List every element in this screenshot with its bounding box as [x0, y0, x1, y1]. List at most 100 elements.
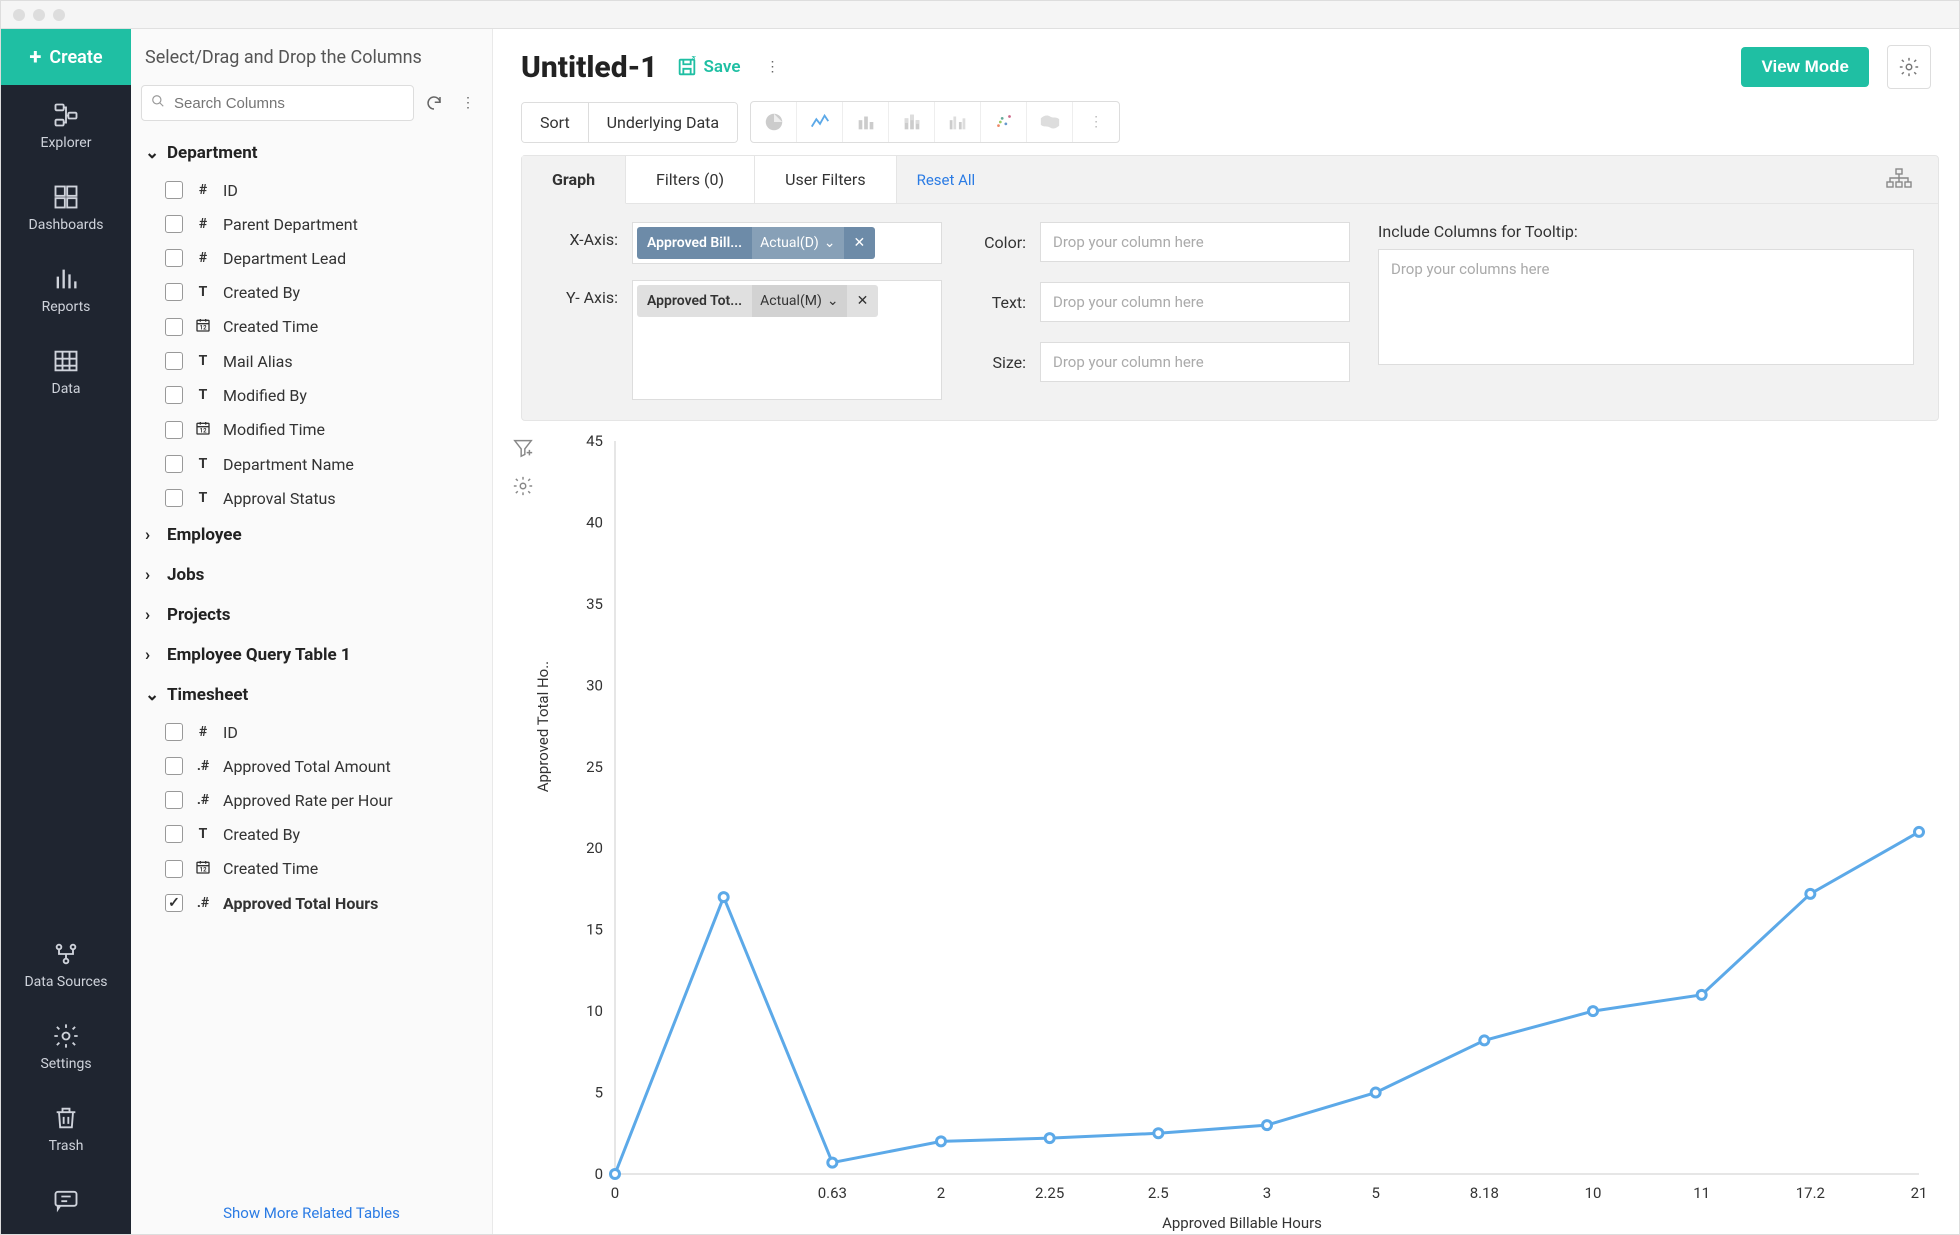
column-item[interactable]: .#Approved Total Amount — [145, 749, 478, 783]
checkbox[interactable] — [165, 825, 183, 843]
column-item[interactable]: #ID — [145, 173, 478, 207]
checkbox[interactable] — [165, 860, 183, 878]
group-head-projects[interactable]: ›Projects — [145, 595, 478, 635]
rail-item-data-sources[interactable]: Data Sources — [1, 924, 131, 1006]
tab-user-filters[interactable]: User Filters — [755, 156, 897, 203]
y-axis-pill[interactable]: Approved Tot... Actual(M)⌄ ✕ — [637, 285, 878, 317]
x-axis-dropzone[interactable]: Approved Bill... Actual(D)⌄ ✕ — [632, 222, 942, 264]
column-item[interactable]: TDepartment Name — [145, 447, 478, 481]
rail-item-trash[interactable]: Trash — [1, 1088, 131, 1170]
checkbox[interactable] — [165, 757, 183, 775]
checkbox[interactable] — [165, 386, 183, 404]
text-dropzone[interactable]: Drop your column here — [1040, 282, 1350, 322]
column-item[interactable]: TModified By — [145, 378, 478, 412]
chart-settings-button[interactable] — [512, 475, 534, 501]
rail-item-explorer[interactable]: Explorer — [1, 85, 131, 167]
columns-list[interactable]: ⌄Department#ID#Parent Department#Departm… — [131, 131, 492, 1192]
more-button[interactable]: ⋮ — [454, 89, 482, 117]
x-axis-pill[interactable]: Approved Bill... Actual(D)⌄ ✕ — [637, 227, 875, 259]
rail-item-reports[interactable]: Reports — [1, 249, 131, 331]
checkbox[interactable] — [165, 215, 183, 233]
checkbox[interactable] — [165, 283, 183, 301]
line-chart-icon[interactable] — [797, 102, 843, 142]
size-dropzone[interactable]: Drop your column here — [1040, 342, 1350, 382]
column-item[interactable]: TCreated By — [145, 275, 478, 309]
column-item[interactable]: #Parent Department — [145, 207, 478, 241]
column-item[interactable]: 12Created Time — [145, 309, 478, 344]
column-item[interactable]: 12Created Time — [145, 851, 478, 886]
rail-item-data[interactable]: Data — [1, 331, 131, 413]
hierarchy-icon[interactable] — [1880, 162, 1918, 198]
map-chart-icon[interactable] — [1027, 102, 1073, 142]
checkbox[interactable] — [165, 318, 183, 336]
chevron-down-icon: ⌄ — [824, 235, 836, 251]
settings-button[interactable] — [1887, 45, 1931, 89]
sort-button[interactable]: Sort — [522, 103, 589, 142]
checkbox[interactable] — [165, 455, 183, 473]
tooltip-dropzone[interactable]: Drop your columns here — [1378, 249, 1914, 365]
column-type-icon: .# — [193, 758, 213, 774]
grouped-bar-icon[interactable] — [935, 102, 981, 142]
color-dropzone[interactable]: Drop your column here — [1040, 222, 1350, 262]
save-button[interactable]: * Save — [676, 56, 741, 78]
y-axis-dropzone[interactable]: Approved Tot... Actual(M)⌄ ✕ — [632, 280, 942, 400]
checkbox[interactable] — [165, 489, 183, 507]
group-head-department[interactable]: ⌄Department — [145, 133, 478, 173]
checkbox[interactable] — [165, 791, 183, 809]
header-more-button[interactable]: ⋮ — [758, 53, 786, 81]
column-item[interactable]: TCreated By — [145, 817, 478, 851]
left-nav-rail: + Create Explorer Dashboards Reports Dat… — [1, 29, 131, 1234]
y-axis-pill-remove[interactable]: ✕ — [847, 293, 879, 309]
column-item[interactable]: .#Approved Total Hours — [145, 886, 478, 920]
checkbox[interactable] — [165, 249, 183, 267]
column-label: Modified Time — [223, 420, 325, 439]
chart-more-button[interactable]: ⋮ — [1073, 102, 1119, 142]
traffic-light-min[interactable] — [33, 9, 45, 21]
stacked-bar-icon[interactable] — [889, 102, 935, 142]
reset-all-link[interactable]: Reset All — [897, 171, 976, 189]
checkbox[interactable] — [165, 181, 183, 199]
checkbox[interactable] — [165, 352, 183, 370]
traffic-light-max[interactable] — [53, 9, 65, 21]
data-buttons: Sort Underlying Data — [521, 102, 738, 143]
svg-text:40: 40 — [586, 513, 603, 531]
tab-filters[interactable]: Filters (0) — [626, 156, 755, 203]
rail-item-settings[interactable]: Settings — [1, 1006, 131, 1088]
traffic-light-close[interactable] — [13, 9, 25, 21]
column-label: Department Name — [223, 455, 354, 474]
rail-item-help[interactable] — [1, 1170, 131, 1234]
rail-item-dashboards[interactable]: Dashboards — [1, 167, 131, 249]
column-type-icon: T — [193, 353, 213, 369]
svg-text:10: 10 — [586, 1002, 603, 1020]
underlying-data-button[interactable]: Underlying Data — [589, 103, 737, 142]
y-axis-agg-dropdown[interactable]: Actual(M)⌄ — [752, 285, 846, 317]
checkbox[interactable] — [165, 421, 183, 439]
filter-add-button[interactable] — [512, 437, 534, 463]
column-item[interactable]: #ID — [145, 715, 478, 749]
search-input[interactable] — [141, 85, 414, 121]
column-item[interactable]: 12Modified Time — [145, 412, 478, 447]
checkbox[interactable] — [165, 723, 183, 741]
scatter-chart-icon[interactable] — [981, 102, 1027, 142]
column-item[interactable]: TApproval Status — [145, 481, 478, 515]
save-icon: * — [676, 56, 698, 78]
group-head-timesheet[interactable]: ⌄Timesheet — [145, 675, 478, 715]
x-axis-agg-dropdown[interactable]: Actual(D)⌄ — [752, 227, 843, 259]
checkbox[interactable] — [165, 894, 183, 912]
group-head-employee-query-table-1[interactable]: ›Employee Query Table 1 — [145, 635, 478, 675]
column-item[interactable]: #Department Lead — [145, 241, 478, 275]
create-button[interactable]: + Create — [1, 29, 131, 85]
show-more-link[interactable]: Show More Related Tables — [223, 1204, 400, 1222]
column-item[interactable]: .#Approved Rate per Hour — [145, 783, 478, 817]
view-mode-button[interactable]: View Mode — [1741, 47, 1869, 87]
svg-text:0: 0 — [611, 1184, 619, 1202]
x-axis-pill-remove[interactable]: ✕ — [844, 235, 876, 251]
bar-chart-icon[interactable] — [843, 102, 889, 142]
group-head-jobs[interactable]: ›Jobs — [145, 555, 478, 595]
pie-chart-icon[interactable] — [751, 102, 797, 142]
tab-graph[interactable]: Graph — [522, 156, 626, 204]
group-head-employee[interactable]: ›Employee — [145, 515, 478, 555]
column-item[interactable]: TMail Alias — [145, 344, 478, 378]
column-type-icon: # — [193, 182, 213, 198]
refresh-button[interactable] — [420, 89, 448, 117]
